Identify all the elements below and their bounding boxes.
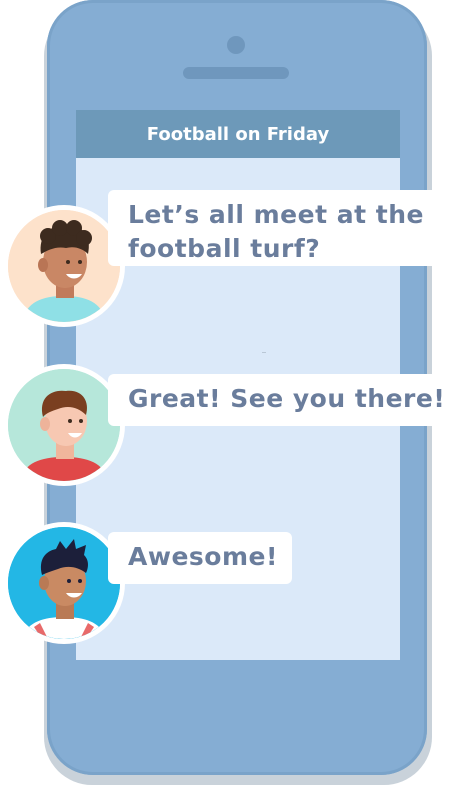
- screen-mark: [262, 352, 266, 353]
- message-1-line-2: football turf?: [128, 234, 321, 263]
- avatar-user-2: [3, 364, 125, 486]
- avatar-user-3: [3, 522, 125, 644]
- speaker-grille-icon: [183, 67, 289, 79]
- chat-title: Football on Friday: [76, 110, 400, 158]
- message-bubble-1: Let’s all meet at the football turf?: [108, 190, 438, 266]
- message-bubble-3: Awesome!: [108, 532, 292, 584]
- message-2-line-1: Great! See you there!: [128, 384, 446, 413]
- avatar-brown-hair-man: [8, 369, 120, 481]
- message-bubble-2: Great! See you there!: [108, 374, 446, 426]
- avatar-curly-hair-man: [8, 210, 120, 322]
- message-3-line-1: Awesome!: [128, 542, 278, 571]
- avatar-user-1: [3, 205, 125, 327]
- message-1-line-1: Let’s all meet at the: [128, 200, 424, 229]
- avatar-spiky-hair-man: [8, 527, 120, 639]
- camera-icon: [227, 36, 245, 54]
